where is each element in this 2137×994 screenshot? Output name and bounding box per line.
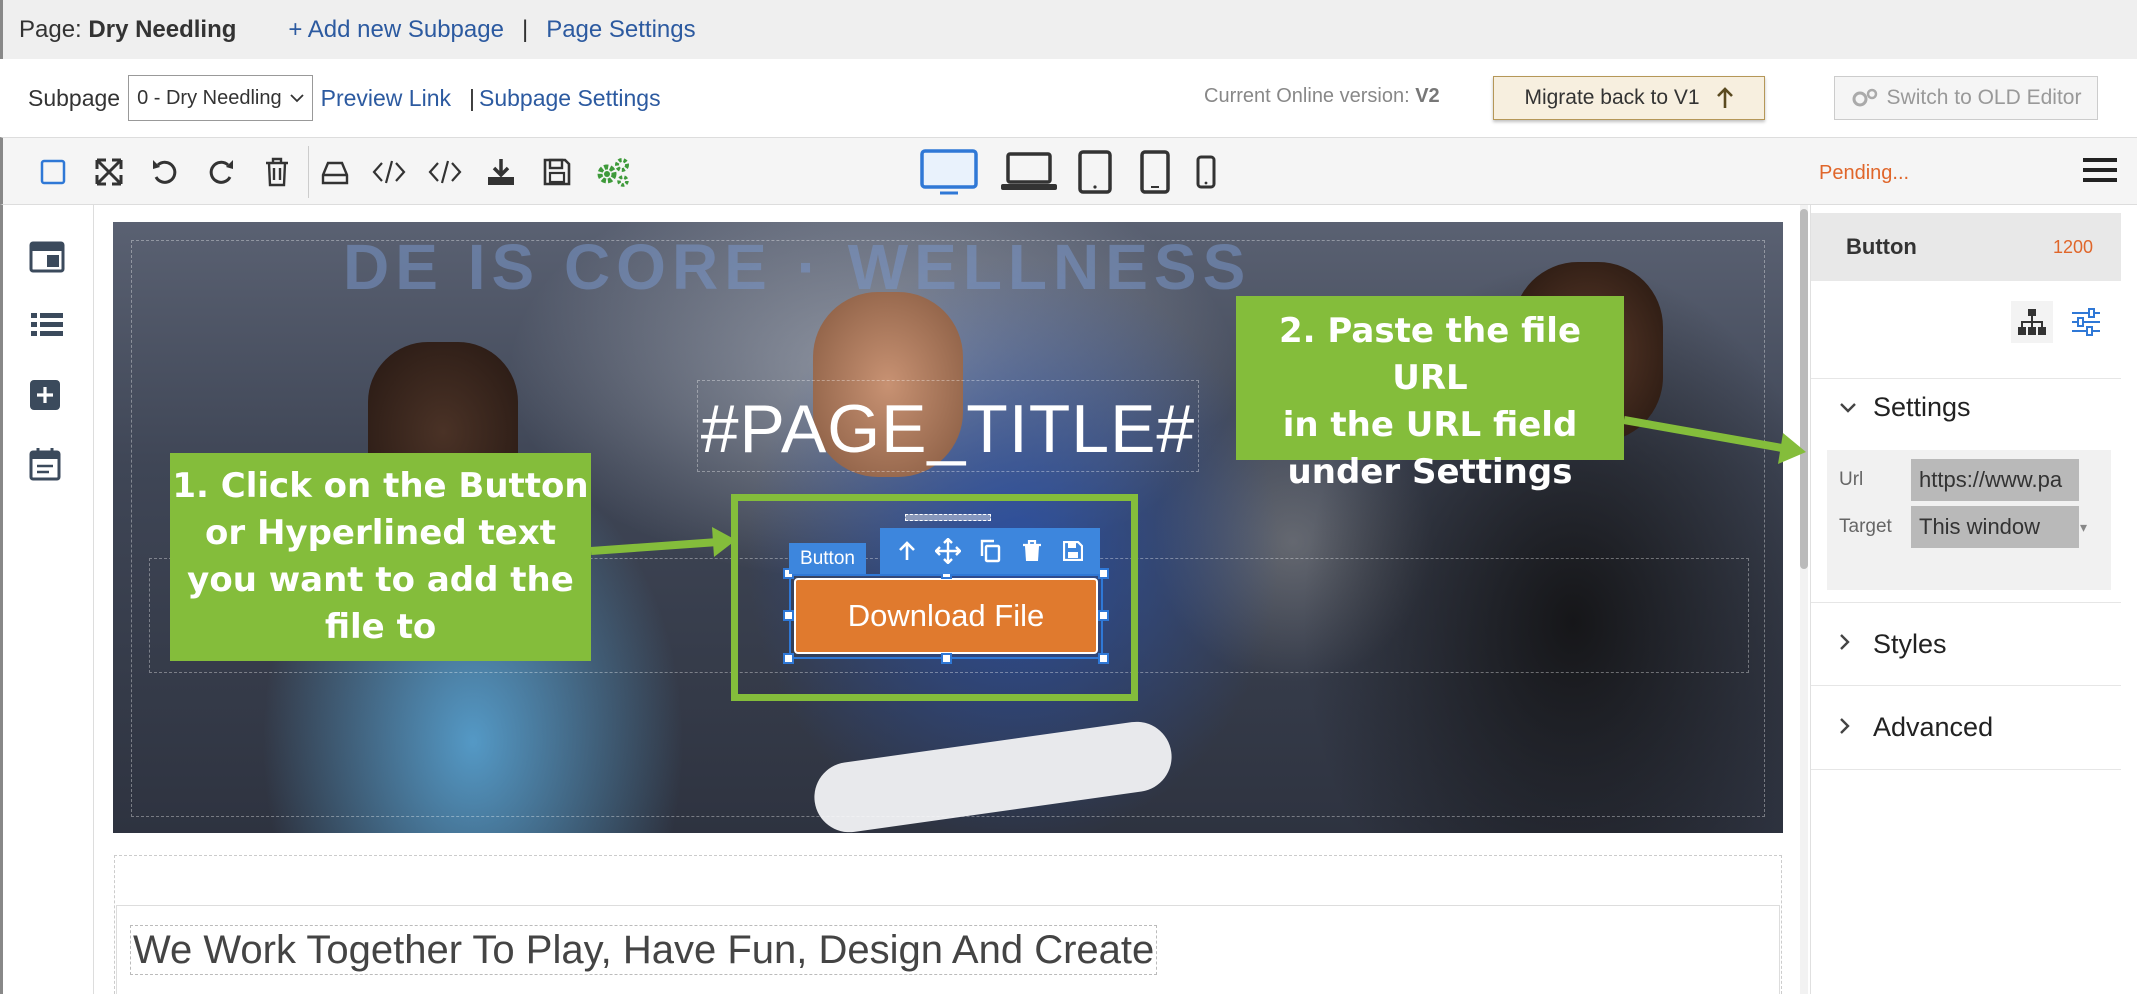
save-icon[interactable] bbox=[537, 152, 577, 192]
page-settings-link[interactable]: Page Settings bbox=[546, 16, 695, 44]
subpage-settings-link[interactable]: Subpage Settings bbox=[479, 85, 661, 112]
laptop-icon[interactable] bbox=[999, 150, 1059, 194]
subpage-label: Subpage bbox=[28, 84, 121, 111]
page-title[interactable]: #PAGE_TITLE# bbox=[697, 390, 1199, 468]
subpage-bar: Subpage 0 - Dry Needling Preview Link | … bbox=[0, 59, 2137, 137]
target-label: Target bbox=[1839, 516, 1892, 537]
callout-line: 2. Paste the file URL bbox=[1278, 311, 1581, 398]
redo-icon[interactable] bbox=[201, 152, 241, 192]
callout-line: under Settings bbox=[1287, 452, 1573, 492]
drive-icon[interactable] bbox=[315, 152, 355, 192]
settings-fields: Url https://www.pa Target This window ▾ bbox=[1827, 450, 2111, 590]
target-select[interactable]: This window bbox=[1911, 506, 2079, 548]
migrate-back-button[interactable]: Migrate back to V1 bbox=[1493, 76, 1765, 120]
settings-gears-icon[interactable] bbox=[593, 152, 633, 192]
trash-icon[interactable] bbox=[257, 152, 297, 192]
list-icon[interactable] bbox=[29, 311, 65, 347]
scrollbar-thumb[interactable] bbox=[1800, 209, 1808, 569]
settings-label: Settings bbox=[1873, 391, 1971, 422]
callout-line: file to bbox=[324, 607, 437, 647]
code-alt-icon[interactable] bbox=[425, 152, 465, 192]
callout-line: in the URL field bbox=[1282, 405, 1578, 445]
add-subpage-link[interactable]: + Add new Subpage bbox=[288, 16, 504, 44]
undo-icon[interactable] bbox=[145, 152, 185, 192]
callout-line: or Hyperlined text bbox=[205, 513, 556, 553]
highlight-button bbox=[731, 494, 1138, 701]
chevron-right-icon bbox=[1839, 715, 1857, 741]
migrate-label: Migrate back to V1 bbox=[1524, 86, 1700, 109]
url-input[interactable]: https://www.pa bbox=[1911, 459, 2079, 501]
save-status: Pending... bbox=[1819, 162, 1910, 184]
mobile-icon[interactable] bbox=[1193, 152, 1219, 192]
page-name: Dry Needling bbox=[88, 15, 237, 43]
calendar-icon[interactable] bbox=[29, 447, 65, 483]
current-version-value: V2 bbox=[1415, 85, 1440, 107]
editor-window: Page: Dry Needling + Add new Subpage | P… bbox=[0, 0, 2137, 994]
layout-icon[interactable] bbox=[29, 241, 65, 277]
layer-tree-icon[interactable] bbox=[2011, 301, 2053, 343]
download-icon[interactable] bbox=[481, 152, 521, 192]
caret-down-icon: ▾ bbox=[2079, 518, 2087, 535]
chevron-down-icon bbox=[289, 94, 304, 103]
chevron-right-icon bbox=[1839, 631, 1857, 657]
properties-panel: Button 1200 Settings Url https://www.pa … bbox=[1810, 205, 2137, 994]
hamburger-menu-icon[interactable] bbox=[2083, 158, 2117, 186]
panel-header: Button 1200 bbox=[1811, 213, 2121, 281]
url-label: Url bbox=[1839, 469, 1864, 490]
styles-label: Styles bbox=[1873, 628, 1947, 659]
editor-toolbar: Pending... bbox=[0, 137, 2137, 205]
target-field-row: Target This window ▾ bbox=[1827, 499, 2111, 555]
tablet-icon[interactable] bbox=[1075, 148, 1115, 196]
advanced-section-toggle[interactable]: Advanced bbox=[1811, 686, 2121, 770]
sliders-icon[interactable] bbox=[2065, 301, 2107, 343]
old-editor-label: Switch to OLD Editor bbox=[1886, 86, 2082, 109]
fullscreen-icon[interactable] bbox=[89, 152, 129, 192]
select-box-icon[interactable] bbox=[33, 152, 73, 192]
separator: | bbox=[521, 15, 529, 43]
separator: | bbox=[469, 84, 475, 111]
styles-section-toggle[interactable]: Styles bbox=[1811, 602, 2121, 686]
callout-step-2: 2. Paste the file URL in the URL field u… bbox=[1236, 296, 1624, 492]
section-heading[interactable]: We Work Together To Play, Have Fun, Desi… bbox=[130, 925, 1158, 975]
arrow-up-icon bbox=[1716, 87, 1733, 108]
preview-link[interactable]: Preview Link bbox=[321, 85, 451, 112]
callout-line: you want to add the bbox=[187, 560, 574, 600]
advanced-label: Advanced bbox=[1873, 712, 1994, 742]
current-version: Current Online version: V2 bbox=[1204, 85, 1440, 107]
canvas-scrollbar[interactable] bbox=[1800, 205, 1808, 994]
code-icon[interactable] bbox=[369, 152, 409, 192]
toolbar-divider bbox=[308, 146, 309, 198]
switch-old-editor-button[interactable]: Switch to OLD Editor bbox=[1834, 76, 2098, 120]
chevron-down-icon bbox=[1839, 394, 1857, 420]
callout-line: 1. Click on the Button bbox=[172, 466, 589, 506]
subpage-select[interactable]: 0 - Dry Needling bbox=[128, 75, 313, 121]
desktop-icon[interactable] bbox=[919, 148, 979, 196]
gears-icon bbox=[1852, 88, 1877, 107]
settings-section-toggle[interactable]: Settings bbox=[1811, 365, 2121, 449]
panel-width-value: 1200 bbox=[2052, 236, 2093, 257]
left-rail bbox=[0, 205, 94, 994]
subpage-select-value: 0 - Dry Needling bbox=[137, 86, 282, 109]
add-block-icon[interactable] bbox=[29, 379, 65, 415]
tablet-portrait-icon[interactable] bbox=[1135, 148, 1175, 196]
callout-step-1: 1. Click on the Button or Hyperlined tex… bbox=[170, 453, 591, 661]
panel-title: Button bbox=[1846, 234, 1917, 259]
page-title-label: Page: Dry Needling bbox=[19, 15, 237, 43]
page-bar: Page: Dry Needling + Add new Subpage | P… bbox=[0, 0, 2137, 59]
